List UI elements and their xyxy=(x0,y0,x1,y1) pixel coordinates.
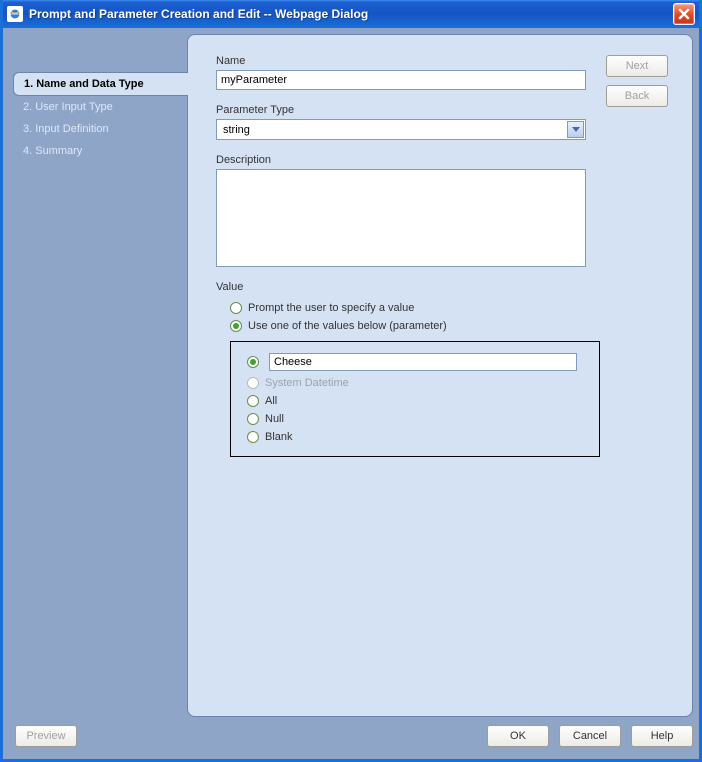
main-panel: Next Back Name Parameter Type string xyxy=(187,34,693,717)
description-label: Description xyxy=(216,154,672,166)
ie-app-icon xyxy=(7,6,23,22)
value-option-all[interactable]: All xyxy=(247,392,591,410)
window-title: Prompt and Parameter Creation and Edit -… xyxy=(29,7,673,21)
radio-icon xyxy=(247,377,259,389)
value-label: Value xyxy=(216,281,672,293)
value-section: Value Prompt the user to specify a value… xyxy=(216,281,672,457)
back-button[interactable]: Back xyxy=(606,85,668,107)
value-option-label: Null xyxy=(265,413,284,425)
radio-icon xyxy=(247,413,259,425)
value-radio-prompt-label: Prompt the user to specify a value xyxy=(248,302,414,314)
value-option-label: Blank xyxy=(265,431,293,443)
cancel-button[interactable]: Cancel xyxy=(559,725,621,747)
value-option-blank[interactable]: Blank xyxy=(247,428,591,446)
description-textarea[interactable] xyxy=(216,169,586,267)
value-option-label: System Datetime xyxy=(265,377,349,389)
radio-icon xyxy=(247,356,259,368)
value-option-custom-input[interactable] xyxy=(269,353,577,371)
parameter-type-label: Parameter Type xyxy=(216,104,672,116)
preview-button[interactable]: Preview xyxy=(15,725,77,747)
ok-button[interactable]: OK xyxy=(487,725,549,747)
wizard-body: 1. Name and Data Type 2. User Input Type… xyxy=(9,34,693,717)
value-option-label: All xyxy=(265,395,277,407)
titlebar: Prompt and Parameter Creation and Edit -… xyxy=(3,0,699,28)
name-label: Name xyxy=(216,55,672,67)
value-options-box: System Datetime All Null Blank xyxy=(230,341,600,457)
radio-icon xyxy=(247,431,259,443)
nav-step-user-input-type[interactable]: 2. User Input Type xyxy=(13,96,187,118)
nav-step-name-and-datatype[interactable]: 1. Name and Data Type xyxy=(13,72,188,96)
radio-icon xyxy=(230,302,242,314)
description-field-block: Description xyxy=(216,154,672,267)
help-button[interactable]: Help xyxy=(631,725,693,747)
value-radio-usebelow[interactable]: Use one of the values below (parameter) xyxy=(216,317,672,335)
name-input[interactable] xyxy=(216,70,586,90)
value-radio-usebelow-label: Use one of the values below (parameter) xyxy=(248,320,447,332)
name-field-block: Name xyxy=(216,55,672,90)
type-field-block: Parameter Type string xyxy=(216,104,672,140)
value-radio-prompt[interactable]: Prompt the user to specify a value xyxy=(216,299,672,317)
next-button[interactable]: Next xyxy=(606,55,668,77)
bottom-bar: Preview OK Cancel Help xyxy=(9,721,693,751)
radio-icon xyxy=(230,320,242,332)
radio-icon xyxy=(247,395,259,407)
wizard-nav-buttons: Next Back xyxy=(606,55,674,115)
dialog-window: Prompt and Parameter Creation and Edit -… xyxy=(0,0,702,762)
nav-step-summary[interactable]: 4. Summary xyxy=(13,140,187,162)
wizard-nav: 1. Name and Data Type 2. User Input Type… xyxy=(9,34,187,717)
value-option-system-datetime[interactable]: System Datetime xyxy=(247,374,591,392)
close-button[interactable] xyxy=(673,3,695,25)
value-option-null[interactable]: Null xyxy=(247,410,591,428)
chevron-down-icon xyxy=(567,121,584,138)
nav-step-input-definition[interactable]: 3. Input Definition xyxy=(13,118,187,140)
parameter-type-select[interactable]: string xyxy=(216,119,586,140)
client-area: 1. Name and Data Type 2. User Input Type… xyxy=(3,28,699,759)
value-option-custom[interactable] xyxy=(247,350,591,374)
parameter-type-value: string xyxy=(221,124,566,136)
